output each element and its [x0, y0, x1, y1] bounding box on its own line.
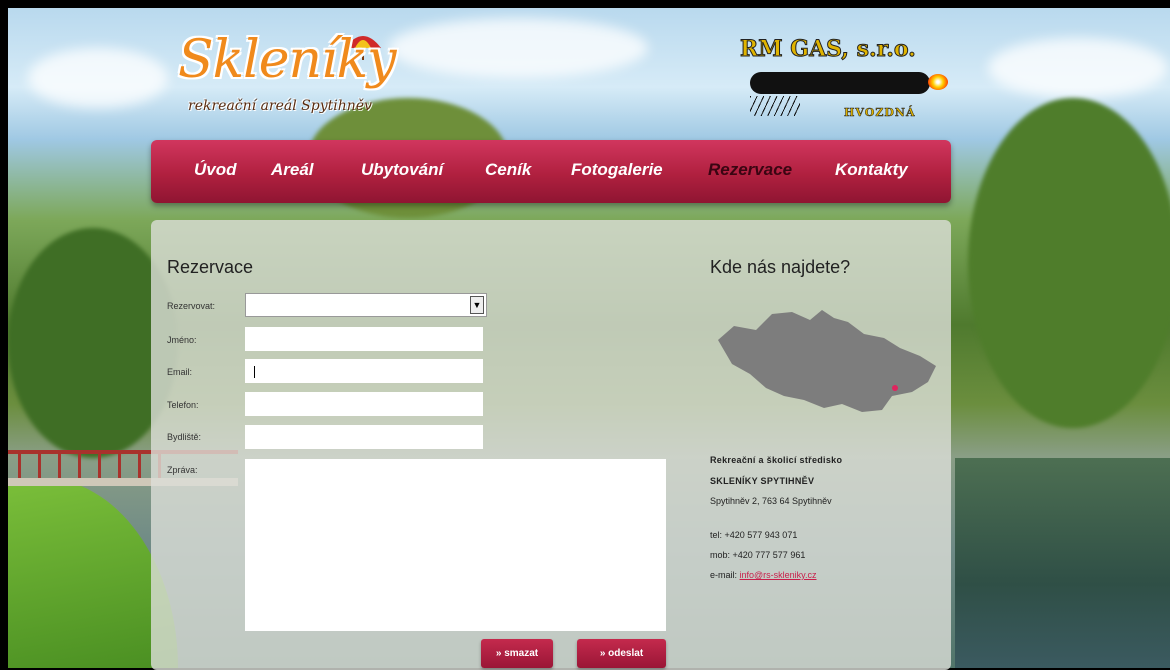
cloud-decor — [988, 38, 1168, 98]
contact-email-link[interactable]: info@rs-skleniky.cz — [740, 570, 817, 580]
rezervovat-label: Rezervovat: — [167, 301, 216, 311]
telefon-label: Telefon: — [167, 400, 199, 410]
nav-item-uvod[interactable]: Úvod — [194, 160, 237, 180]
jmeno-field[interactable] — [245, 327, 483, 351]
form-title: Rezervace — [167, 257, 254, 277]
jmeno-label: Jméno: — [167, 335, 197, 345]
bydliste-label: Bydliště: — [167, 432, 202, 442]
bydliste-field[interactable] — [245, 425, 483, 449]
main-nav: Úvod Areál Ubytování Ceník Fotogalerie R… — [151, 140, 951, 203]
hatch-decor — [750, 96, 800, 116]
content-panel: Rezervace Rezervovat: ▼ Jméno: Email: Te… — [151, 220, 951, 670]
telefon-field[interactable] — [245, 392, 483, 416]
text-caret — [254, 366, 255, 378]
contact-org-line1: Rekreační a školicí středisko — [710, 455, 843, 465]
nav-item-kontakty[interactable]: Kontakty — [835, 160, 908, 180]
nav-item-cenik[interactable]: Ceník — [485, 160, 531, 180]
clear-button[interactable]: » smazat — [481, 639, 553, 668]
zprava-label: Zpráva: — [167, 465, 198, 475]
contact-email-row: e-mail: info@rs-skleniky.cz — [710, 570, 817, 580]
flame-icon — [928, 74, 948, 90]
cloud-decor — [388, 18, 648, 78]
nav-item-rezervace[interactable]: Rezervace — [708, 160, 792, 180]
contact-title: Kde nás najdete? — [710, 257, 851, 277]
contact-tel: tel: +420 577 943 071 — [710, 530, 798, 540]
email-label: Email: — [167, 367, 193, 377]
nav-item-areal[interactable]: Areál — [271, 160, 314, 180]
rm-gas-town: HVOZDNÁ — [844, 106, 916, 120]
logo-title: Skleníky — [178, 30, 397, 90]
skleniky-logo[interactable]: Skleníky rekreační areál Spytihněv — [178, 30, 398, 130]
contact-email-label: e-mail: — [710, 570, 738, 580]
contact-mob: mob: +420 777 577 961 — [710, 550, 806, 560]
rm-gas-title: RM GAS, s.r.o. — [740, 36, 917, 63]
gas-pipe-icon — [750, 72, 930, 94]
tree-decor — [968, 98, 1170, 428]
cloud-decor — [28, 48, 168, 108]
rm-gas-logo[interactable]: RM GAS, s.r.o. HVOZDNÁ — [740, 36, 960, 136]
pond-decor — [955, 458, 1170, 668]
nav-item-ubytovani[interactable]: Ubytování — [361, 160, 443, 180]
rezervovat-select[interactable]: ▼ — [245, 293, 487, 317]
location-marker-icon — [892, 385, 898, 391]
zprava-textarea[interactable] — [245, 459, 666, 631]
submit-button[interactable]: » odeslat — [577, 639, 666, 668]
email-field[interactable] — [245, 359, 483, 383]
contact-org-line2: SKLENÍKY SPYTIHNĚV — [710, 476, 815, 486]
chevron-down-icon[interactable]: ▼ — [470, 296, 484, 314]
contact-address: Spytihněv 2, 763 64 Spytihněv — [710, 496, 832, 506]
nav-item-fotogalerie[interactable]: Fotogalerie — [571, 160, 663, 180]
czech-map-icon — [718, 310, 936, 412]
logo-subtitle: rekreační areál Spytihněv — [188, 98, 372, 114]
